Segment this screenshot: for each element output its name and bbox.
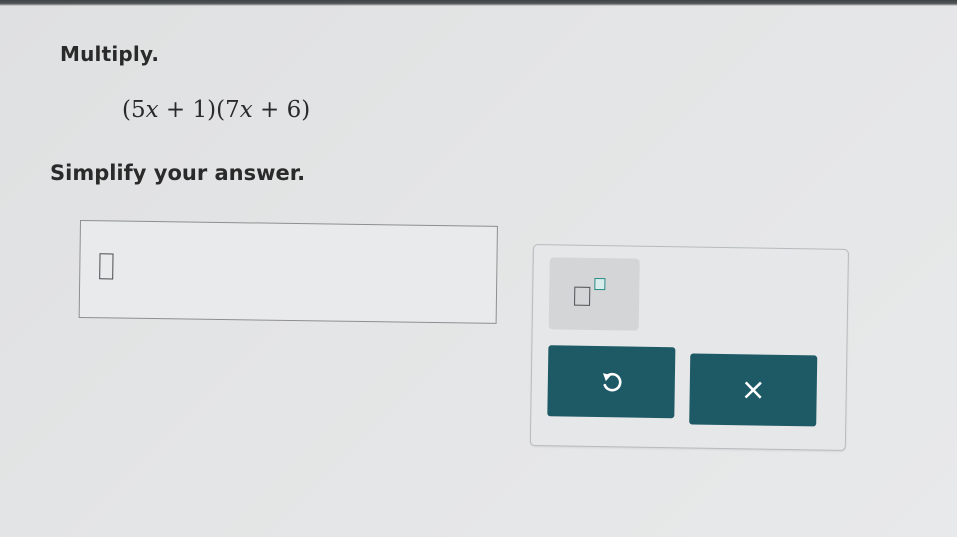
exponent-superscript-icon (594, 277, 606, 291)
constant: 6 (286, 97, 302, 123)
math-palette: × (529, 244, 849, 451)
paren-close: ) (301, 97, 311, 123)
variable: x (145, 97, 159, 123)
instruction-text: Multiply. (60, 42, 160, 66)
plus-sign: + (158, 97, 193, 123)
constant: 1 (192, 97, 208, 123)
exponent-base-icon (574, 286, 591, 306)
answer-placeholder-box[interactable] (99, 253, 114, 280)
coefficient: 5 (130, 97, 146, 123)
paren-close: ) (207, 97, 217, 123)
close-icon: × (740, 371, 767, 408)
paren-open: ( (122, 97, 131, 123)
window-top-edge (0, 0, 957, 6)
answer-input[interactable] (78, 220, 498, 324)
paren-open: ( (216, 97, 226, 123)
undo-icon (600, 370, 622, 394)
exponent-button[interactable] (548, 257, 640, 331)
variable: x (239, 97, 253, 123)
simplify-prompt: Simplify your answer. (50, 161, 306, 185)
undo-button[interactable] (547, 345, 676, 419)
clear-button[interactable]: × (689, 353, 818, 427)
math-expression: (5x + 1)(7x + 6) (122, 97, 310, 123)
coefficient: 7 (225, 97, 240, 123)
plus-sign: + (252, 97, 287, 123)
